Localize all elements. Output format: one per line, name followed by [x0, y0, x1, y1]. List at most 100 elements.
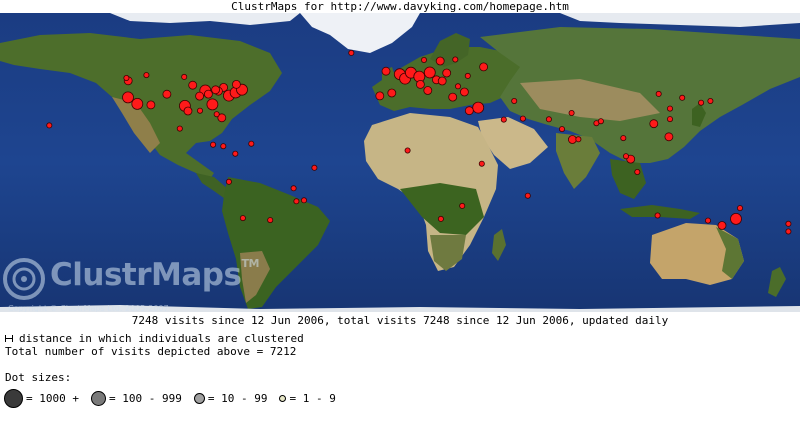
visitor-dot	[348, 49, 355, 56]
legend-label: = 100 - 999	[108, 391, 182, 405]
visitor-dot	[206, 98, 219, 111]
visitor-dot	[176, 125, 183, 132]
visitor-dot	[210, 141, 217, 148]
distance-note: distance in which individuals are cluste…	[19, 332, 304, 345]
large-dot-icon	[4, 388, 23, 408]
visitor-dot	[568, 135, 577, 144]
visitor-dot	[311, 164, 318, 171]
legend-item-1-9: = 1 - 9	[279, 391, 336, 405]
visitor-dot	[654, 212, 661, 219]
visitor-dot	[435, 56, 445, 66]
visitor-dot	[575, 136, 582, 143]
visitor-dot	[181, 73, 188, 80]
visitor-dot	[785, 228, 792, 235]
visitor-dot	[459, 87, 469, 97]
visitor-dot	[225, 178, 232, 185]
visitor-dot	[730, 212, 742, 225]
clustrmaps-brand: ClustrMapsTM	[50, 257, 259, 293]
legend-label: = 1000 +	[26, 391, 79, 405]
visitor-dot	[785, 220, 792, 227]
legend-item-100-999: = 100 - 999	[90, 390, 182, 406]
visitor-dot	[524, 192, 531, 199]
legend-item-1000-plus: = 1000 +	[4, 388, 79, 408]
legend-label: = 1 - 9	[289, 391, 336, 405]
visitor-dot	[232, 150, 239, 157]
visitor-dot	[211, 85, 221, 95]
brand-maps: Maps	[151, 257, 242, 293]
visitor-dot	[213, 111, 220, 118]
visits-caption: 7248 visits since 12 Jun 2006, total vis…	[131, 314, 669, 327]
clustrmaps-watermark: ClustrMapsTM Copyright © ClustrMaps Ltd.…	[2, 245, 259, 312]
visitor-dot	[415, 80, 425, 89]
visitor-dot	[707, 98, 714, 105]
visitor-dot	[478, 160, 485, 167]
visitor-dot	[454, 83, 461, 90]
visitor-dot	[679, 94, 686, 101]
visitor-dot	[620, 135, 627, 142]
visitor-dot	[203, 89, 213, 99]
clustrmaps-copyright: Copyright © ClustrMaps Ltd. 2005-2007	[8, 304, 169, 312]
visitor-dot	[597, 118, 604, 125]
visitor-dot	[146, 100, 156, 110]
small-dot-icon	[193, 392, 205, 404]
visitor-dot	[479, 62, 489, 72]
visitor-dot	[667, 116, 674, 123]
visitor-dot	[300, 197, 307, 204]
visitor-dot	[46, 122, 53, 129]
visitor-dot	[717, 221, 727, 230]
visitor-dot	[437, 76, 447, 86]
visitor-dot	[664, 132, 674, 142]
visitor-dot	[559, 126, 566, 133]
visitor-dot	[472, 101, 485, 114]
visitor-dot	[162, 89, 172, 99]
visitor-dot	[123, 75, 130, 82]
visitor-dot	[293, 198, 300, 205]
visitor-dot	[500, 116, 507, 123]
legend-item-10-99: = 10 - 99	[193, 391, 268, 405]
medium-dot-icon	[90, 390, 106, 406]
visitor-dot	[519, 115, 526, 122]
visitor-dot	[698, 99, 705, 106]
visitor-dot	[423, 66, 436, 79]
total-visits-line: Total number of visits depicted above = …	[5, 345, 297, 358]
visitor-dot	[220, 143, 227, 150]
visitor-dot	[188, 80, 198, 90]
visitor-dot	[655, 90, 662, 97]
visitor-dot	[183, 106, 193, 116]
brand-tm: TM	[241, 257, 259, 270]
visitor-dot	[464, 72, 471, 79]
visitor-dot	[122, 91, 134, 104]
distance-note-row: distance in which individuals are cluste…	[5, 332, 304, 345]
visitor-dot	[464, 106, 474, 116]
visitor-dot	[404, 147, 411, 154]
brand-clustr: Clustr	[50, 257, 152, 293]
legend-label: = 10 - 99	[207, 391, 268, 405]
visitor-dot	[511, 98, 518, 105]
visitor-dot	[143, 72, 150, 79]
visitor-dot	[452, 56, 459, 63]
visitor-dot	[448, 92, 458, 102]
dot-sizes-heading: Dot sizes:	[5, 371, 72, 384]
visitor-dot	[705, 217, 712, 224]
tiny-dot-icon	[279, 394, 287, 402]
visitor-dot	[420, 57, 427, 64]
visitor-dot	[195, 91, 205, 101]
visitor-dot	[375, 91, 385, 101]
visitor-dot	[568, 110, 575, 117]
visitor-dot	[248, 140, 255, 147]
visitor-dot	[423, 86, 433, 95]
clustrmaps-logo-icon	[3, 258, 45, 300]
map-title: ClustrMaps for http://www.davyking.com/h…	[231, 0, 569, 13]
visitor-dot	[231, 80, 241, 89]
visitor-dot	[459, 202, 466, 209]
visitor-dot	[239, 215, 246, 222]
visitor-dot	[442, 68, 452, 78]
visitor-dot	[437, 215, 444, 222]
visitor-dot	[196, 107, 203, 114]
visitor-dot	[131, 98, 144, 110]
visitor-dot	[545, 116, 552, 123]
world-map: ClustrMapsTM Copyright © ClustrMaps Ltd.…	[0, 13, 800, 312]
visitor-dot	[634, 168, 641, 175]
visitor-dot	[623, 153, 630, 160]
visitor-dot	[667, 105, 674, 112]
